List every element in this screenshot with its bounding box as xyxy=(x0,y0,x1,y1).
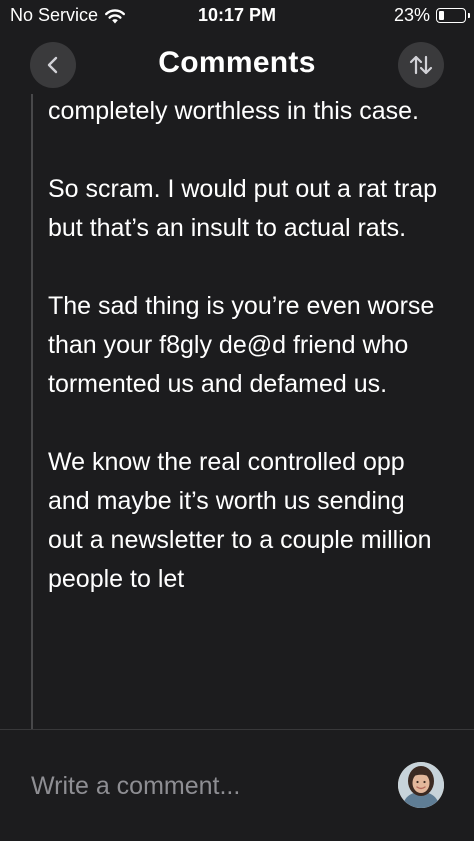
sort-arrows-icon xyxy=(409,55,433,75)
avatar[interactable] xyxy=(398,762,444,808)
comment-paragraph: We know the real controlled opp and mayb… xyxy=(48,448,432,593)
battery-tip xyxy=(468,13,470,18)
comment-body: completely worthless in this case. So sc… xyxy=(48,92,444,638)
comment-paragraph: completely worthless in this case. xyxy=(48,97,419,125)
battery-percent: 23% xyxy=(393,5,430,25)
comment-input[interactable]: Write a comment... xyxy=(31,772,240,801)
status-bar: No Service 10:17 PM 23% xyxy=(0,0,474,32)
battery-icon xyxy=(436,8,470,23)
comment-composer: Write a comment... xyxy=(0,729,474,841)
header: Comments xyxy=(0,38,474,90)
battery-fill xyxy=(439,11,445,20)
user-avatar-image xyxy=(398,762,444,808)
sort-button[interactable] xyxy=(398,42,444,88)
comment-paragraph: The sad thing is you’re even worse than … xyxy=(48,292,435,398)
thread-line xyxy=(31,94,33,731)
comment-paragraph: So scram. I would put out a rat trap but… xyxy=(48,175,438,242)
battery-status: 23% xyxy=(393,5,470,26)
